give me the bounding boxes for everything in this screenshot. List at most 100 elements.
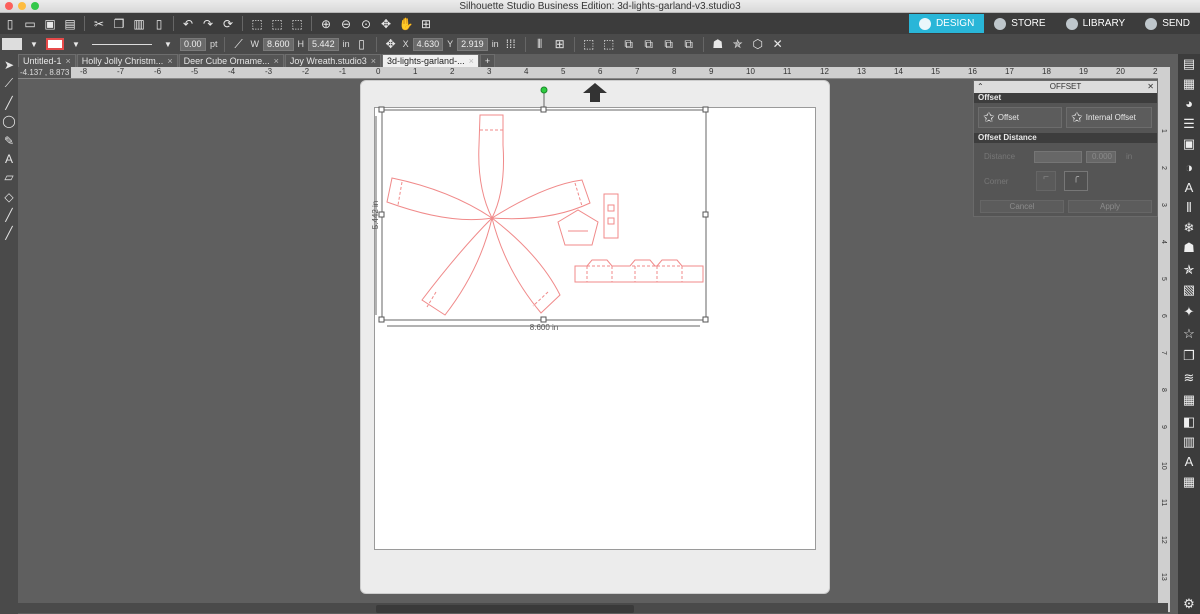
zoom-out-icon[interactable]: ⊖ [338,16,354,32]
tab-store[interactable]: STORE [984,14,1056,33]
library-panel-icon[interactable]: ▦ [1181,392,1197,408]
cancel-button[interactable]: Cancel [980,200,1064,213]
internal-offset-button[interactable]: ✩ Internal Offset [1066,107,1152,128]
shapes-panel-icon[interactable]: ▦ [1181,474,1197,490]
copy-icon[interactable]: ❐ [111,16,127,32]
close-icon[interactable]: × [469,55,474,67]
undo-icon[interactable]: ↶ [180,16,196,32]
print-icon[interactable]: ▤ [62,16,78,32]
release-compound-icon[interactable]: ⧉ [641,36,657,52]
horizontal-scrollbar[interactable] [18,603,1168,613]
settings-gear-icon[interactable]: ⚙ [1181,596,1197,612]
line-width-input[interactable]: 0.00 [180,37,206,51]
new-tab-button[interactable]: + [479,54,496,67]
select-arrow-icon[interactable]: ➤ [2,58,16,72]
text-style-icon[interactable]: A [1181,180,1197,196]
ellipse-tool-icon[interactable]: ◯ [2,114,16,128]
close-icon[interactable]: × [66,55,71,67]
tab-send[interactable]: SEND [1135,14,1200,33]
offset-panel-header[interactable]: ⌃ OFFSET ✕ [974,81,1157,93]
fill-color-icon[interactable]: ◕ [1181,96,1197,112]
distance-input[interactable]: 0.000 [1086,151,1116,163]
close-window-icon[interactable] [5,2,13,10]
hand-icon[interactable]: ✋ [398,16,414,32]
minimize-window-icon[interactable] [18,2,26,10]
tab-library[interactable]: LIBRARY [1055,14,1136,33]
replicate-icon[interactable]: ☗ [710,36,726,52]
close-x-icon[interactable]: ✕ [770,36,786,52]
close-icon[interactable]: ✕ [1147,81,1154,93]
apply-button[interactable]: Apply [1068,200,1152,213]
zoom-in-icon[interactable]: ⊕ [318,16,334,32]
redo-icon[interactable]: ↷ [200,16,216,32]
transform-icon[interactable]: ❄ [1181,220,1197,236]
grid-settings-icon[interactable]: ▦ [1181,76,1197,92]
close-icon[interactable]: × [167,55,172,67]
corner-round-icon[interactable]: ╭ [1064,171,1088,191]
knife-icon[interactable]: ▱ [2,170,16,184]
line-style-icon[interactable]: ☰ [1181,116,1197,132]
font-panel-icon[interactable]: A [1181,454,1197,470]
line-tool-icon[interactable]: ╱ [2,96,16,110]
ungroup-icon[interactable]: ⬚ [601,36,617,52]
lock-aspect-icon[interactable]: ▯ [354,36,370,52]
warp-icon[interactable]: ≋ [1181,370,1197,386]
deselect-icon[interactable]: ⬚ [269,16,285,32]
select-all-icon[interactable]: ⬚ [249,16,265,32]
doc-tab-active[interactable]: 3d-lights-garland-... × [382,54,479,67]
height-input[interactable]: 5.442 [308,37,339,51]
close-icon[interactable]: × [371,55,376,67]
align-icon[interactable]: ⫴ [532,36,548,52]
bring-front-icon[interactable]: ⧉ [661,36,677,52]
doc-tab[interactable]: Joy Wreath.studio3 × [284,54,382,67]
redraw-icon[interactable]: ⟳ [220,16,236,32]
eyedropper-icon[interactable]: ╱ [2,208,16,222]
pattern-icon[interactable]: ▣ [1181,136,1197,152]
pan-icon[interactable]: ✥ [378,16,394,32]
paste-icon[interactable]: ▥ [131,16,147,32]
replicate-panel-icon[interactable]: ☗ [1181,240,1197,256]
chevron-down-icon[interactable]: ▼ [26,36,42,52]
zoom-window-icon[interactable] [31,2,39,10]
scroll-thumb[interactable] [376,605,634,613]
offset-button[interactable]: ✩ Offset [978,107,1062,128]
delete-icon[interactable]: ▯ [151,16,167,32]
trace-icon[interactable]: ▧ [1181,282,1197,298]
cut-icon[interactable]: ✂ [91,16,107,32]
width-input[interactable]: 8.600 [263,37,294,51]
doc-tab[interactable]: Holly Jolly Christm... × [76,54,178,67]
close-icon[interactable]: × [274,55,279,67]
chevron-down-icon[interactable]: ▼ [68,36,84,52]
center-icon[interactable]: ⊞ [552,36,568,52]
favorites-star-icon[interactable]: ☆ [1181,326,1197,342]
send-back-icon[interactable]: ⧉ [681,36,697,52]
sketch-icon[interactable]: ✦ [1181,304,1197,320]
x-input[interactable]: 4.630 [412,37,444,51]
fit-page-icon[interactable]: ⊞ [418,16,434,32]
line-color-icon[interactable] [46,38,64,50]
collapse-icon[interactable]: ⌃ [977,81,984,93]
compound-icon[interactable]: ⧉ [621,36,637,52]
open-folder-icon[interactable]: ▭ [22,16,38,32]
zoom-select-icon[interactable]: ⊙ [358,16,374,32]
corner-sharp-icon[interactable]: ⌐ [1036,171,1056,191]
save-icon[interactable]: ▣ [42,16,58,32]
anchor-grid-icon[interactable]: ⁞⁞⁞ [503,36,519,52]
new-document-icon[interactable]: ▯ [2,16,18,32]
align-panel-icon[interactable]: ⫴ [1181,200,1197,216]
3d-box-icon[interactable]: ⬡ [750,36,766,52]
point-edit-icon[interactable]: ⟋ [2,76,16,90]
eyedropper-2-icon[interactable]: ╱ [2,226,16,240]
offset-panel-icon[interactable]: ✯ [1181,262,1197,278]
fill-swatch-icon[interactable] [2,38,22,50]
group-icon[interactable]: ⬚ [581,36,597,52]
offset-star-icon[interactable]: ✯ [730,36,746,52]
distance-slider[interactable] [1034,151,1082,163]
doc-tab[interactable]: Untitled-1 × [18,54,76,67]
line-style-select[interactable] [92,43,152,45]
layers-icon[interactable]: ❐ [1181,348,1197,364]
transparency-icon[interactable]: ◑ [1181,160,1197,176]
page-setup-icon[interactable]: ▤ [1181,56,1197,72]
pencil-icon[interactable]: ✎ [2,134,16,148]
y-input[interactable]: 2.919 [457,37,488,51]
